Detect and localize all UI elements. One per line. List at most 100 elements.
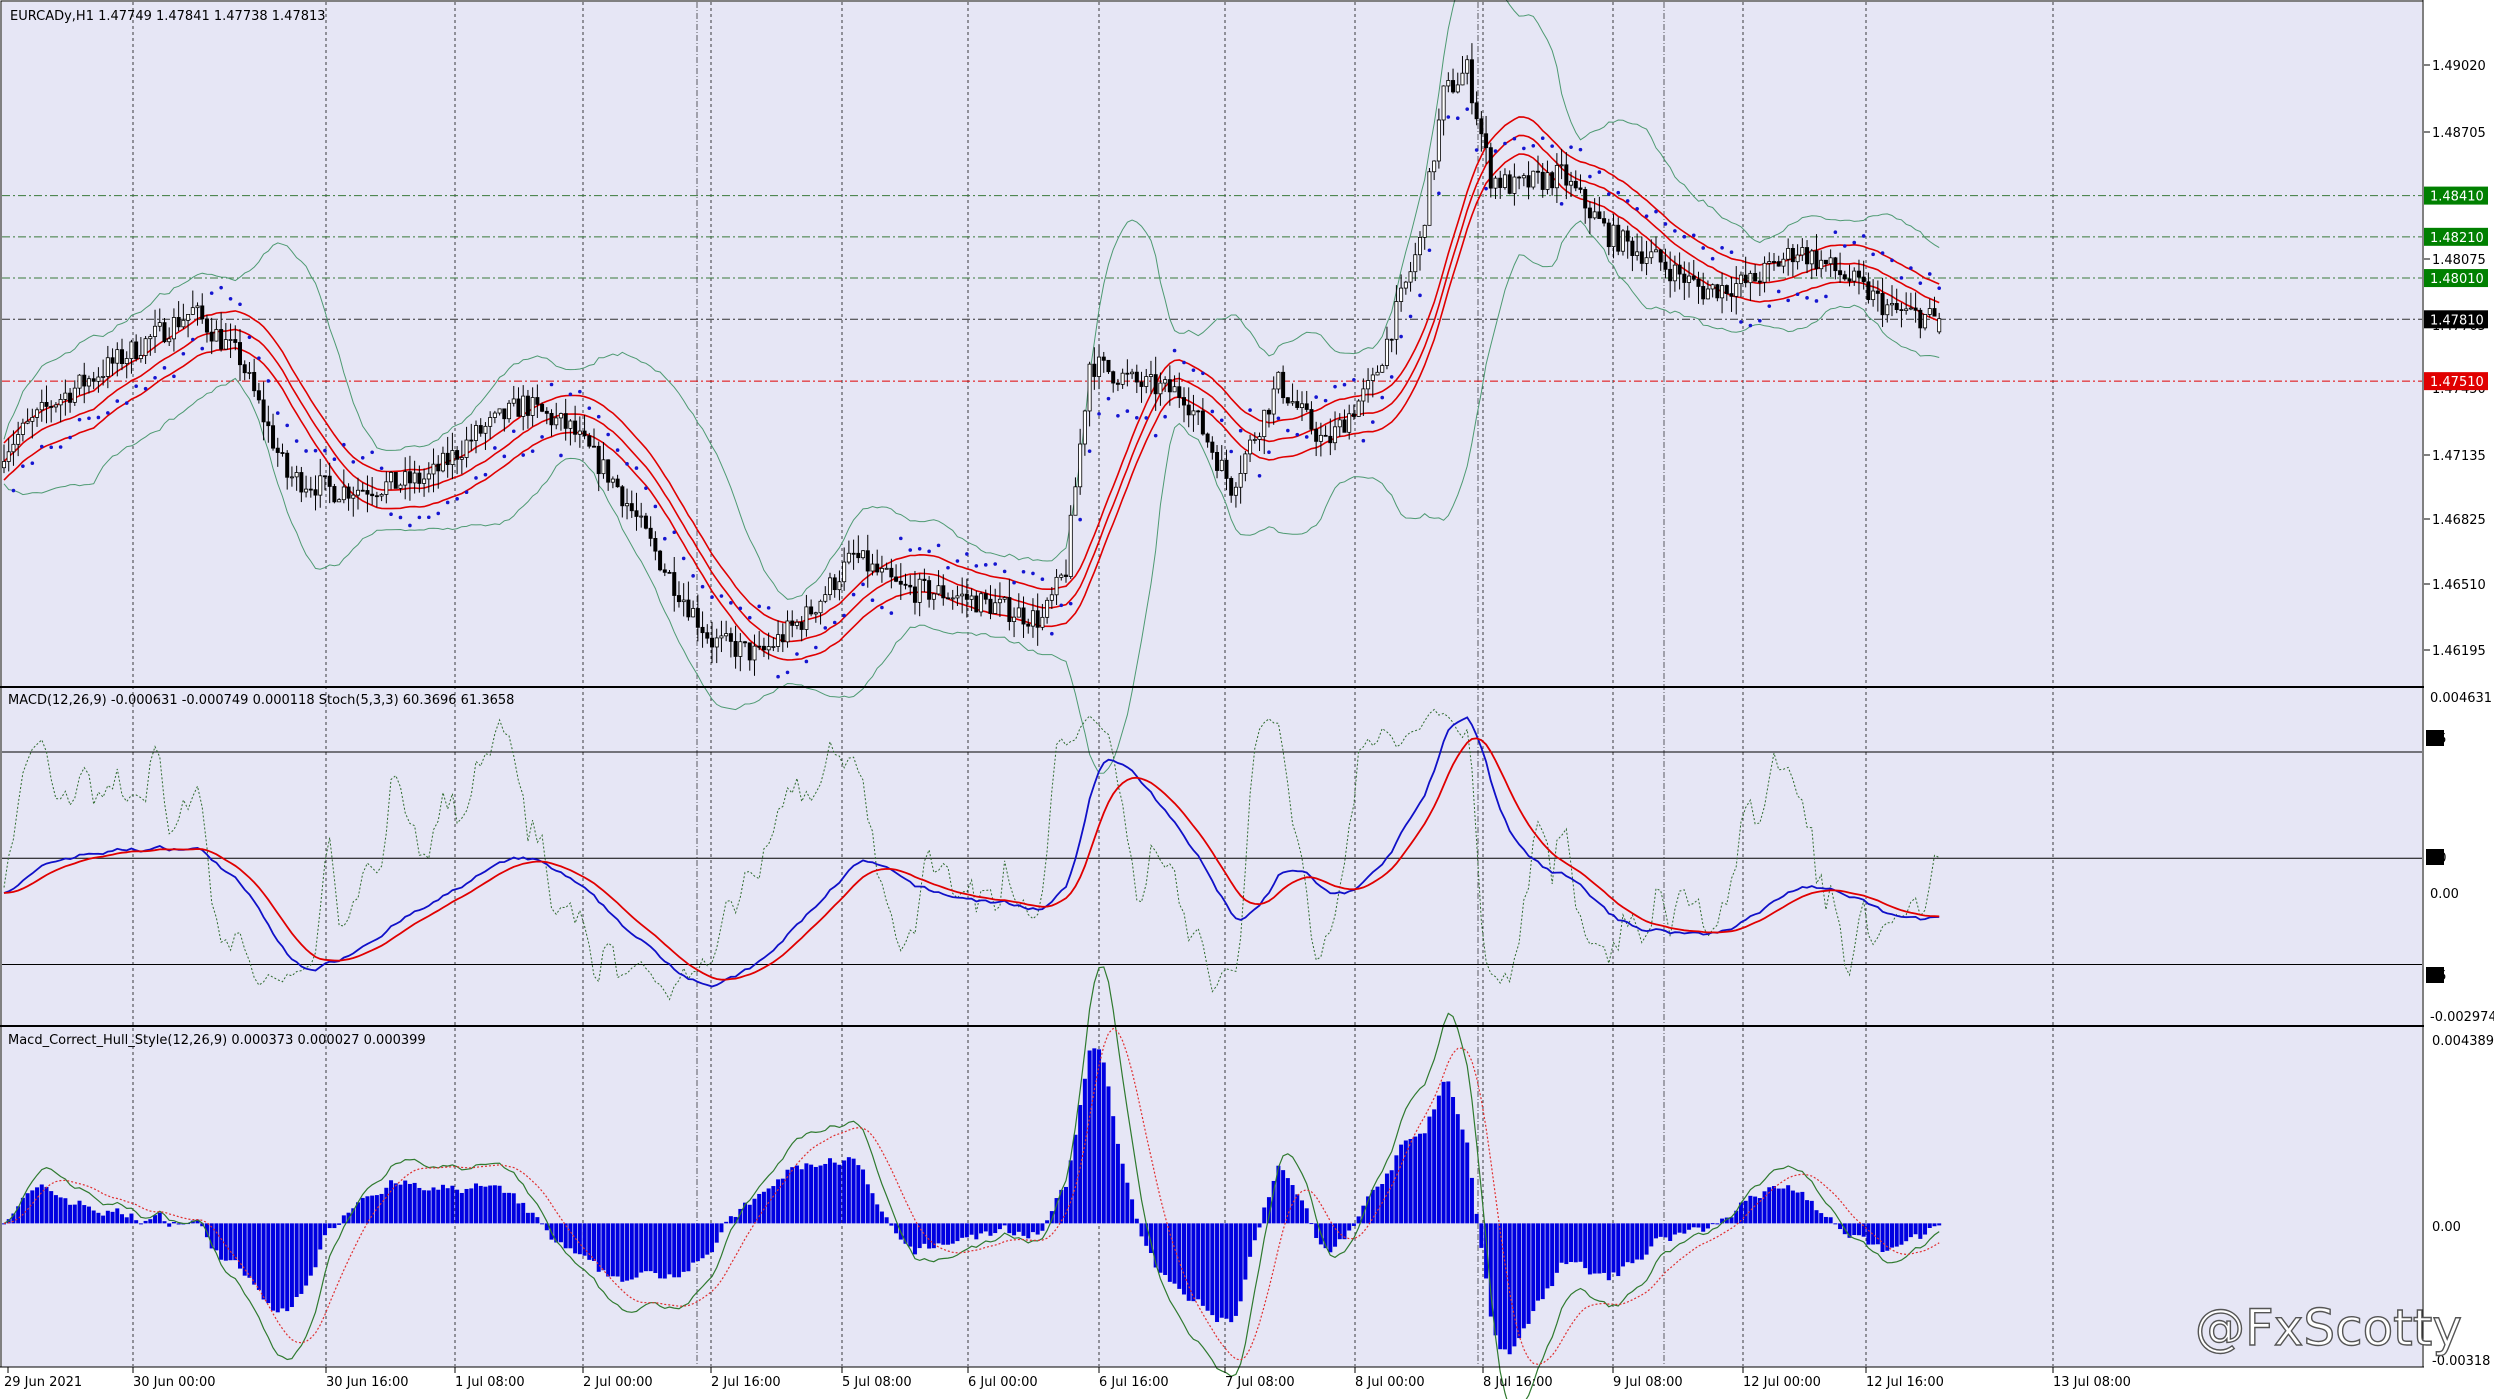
hull-bar (1422, 1133, 1427, 1224)
psar-dot (1512, 136, 1517, 141)
candle-body (1111, 371, 1116, 384)
hull-bar (1819, 1213, 1824, 1224)
candle-body (1361, 388, 1366, 402)
hull-bar (676, 1223, 681, 1278)
psar-dot (389, 512, 393, 517)
candle-body (261, 399, 266, 423)
hull-bar (1904, 1223, 1909, 1242)
psar-dot (1163, 414, 1167, 419)
hull-bar (58, 1197, 63, 1224)
psar-dot (39, 444, 44, 449)
candle-body (1436, 119, 1441, 162)
hull-bar (1186, 1223, 1191, 1301)
hull-bar (1710, 1223, 1715, 1225)
psar-dot (266, 379, 271, 383)
candle-body (403, 471, 408, 486)
psar-dot (1710, 256, 1715, 261)
psar-dot (1437, 191, 1441, 196)
hull-bar (304, 1223, 309, 1286)
hull-axis-label: 0.004389 (2432, 1034, 2494, 1049)
hull-bar (964, 1223, 969, 1238)
candle-body (1847, 278, 1852, 282)
hull-bar (761, 1191, 766, 1224)
hull-bar (1852, 1223, 1857, 1236)
hull-bar (1101, 1062, 1106, 1224)
hull-bar (1134, 1218, 1139, 1224)
hull-bar (1786, 1185, 1791, 1224)
psar-dot (1578, 147, 1583, 152)
candle-body (1852, 270, 1857, 282)
candle-body (1753, 272, 1758, 282)
hull-bar (1191, 1223, 1196, 1302)
psar-dot (1795, 292, 1800, 297)
hull-bar (1753, 1196, 1758, 1224)
trading-chart[interactable]: 1.490201.487051.480751.477651.474501.471… (0, 0, 2494, 1399)
candle-body (1856, 270, 1861, 278)
hull-bar (1592, 1223, 1597, 1274)
hull-bar (1163, 1223, 1168, 1275)
hull-bar (625, 1223, 630, 1281)
psar-dot (615, 448, 620, 452)
psar-dot (49, 445, 53, 450)
candle-body (653, 537, 658, 552)
hull-bar (629, 1223, 634, 1280)
psar-dot (851, 592, 856, 597)
psar-dot (795, 652, 799, 656)
time-label: 2 Jul 00:00 (583, 1375, 653, 1390)
psar-dot (342, 442, 346, 447)
candle-body (1592, 211, 1597, 219)
psar-dot (209, 291, 214, 295)
psar-dot (729, 601, 733, 605)
hull-bar (658, 1223, 663, 1279)
candle-body (1229, 478, 1234, 496)
psar-dot (493, 446, 497, 450)
price-label: 1.46825 (2432, 513, 2486, 528)
hull-bar (1908, 1223, 1913, 1238)
time-label: 8 Jul 16:00 (1483, 1375, 1553, 1390)
psar-dot (483, 472, 488, 477)
candle-body (181, 319, 186, 328)
hull-panel-bg (2, 1027, 2422, 1367)
candle-body (889, 567, 894, 578)
candle-body (884, 567, 889, 570)
hull-bar (837, 1164, 842, 1224)
hull-bar (374, 1195, 379, 1224)
hull-bar (502, 1192, 507, 1224)
psar-dot (1909, 266, 1913, 270)
candle-body (407, 471, 412, 484)
candle-body (200, 305, 205, 320)
candle-body (1427, 171, 1432, 226)
psar-dot (568, 392, 573, 397)
candle-body (861, 550, 866, 559)
psar-dot (1522, 146, 1526, 151)
psar-dot (1890, 258, 1894, 263)
psar-dot (1399, 334, 1403, 339)
candle-body (1658, 249, 1663, 263)
candle-body (629, 503, 634, 512)
hull-bar (974, 1223, 979, 1240)
hull-bar (870, 1193, 875, 1224)
candle-body (535, 397, 540, 405)
candle-body (1904, 308, 1909, 311)
candle-body (1384, 338, 1389, 366)
psar-dot (1720, 245, 1724, 250)
hull-bar (474, 1183, 478, 1224)
hull-bar (710, 1223, 714, 1253)
candle-body (294, 472, 299, 478)
hull-bar (1281, 1170, 1286, 1224)
psar-dot (870, 598, 875, 602)
psar-dot (143, 386, 148, 391)
candle-body (1937, 318, 1942, 333)
candle-body (1517, 176, 1522, 179)
candle-body (804, 606, 809, 630)
psar-dot (691, 574, 695, 578)
candle-body (1479, 118, 1484, 135)
hull-bar (1441, 1081, 1446, 1224)
candle-body (615, 478, 620, 488)
hull-bar (832, 1162, 837, 1224)
candle-body (1281, 371, 1286, 399)
candle-body (464, 439, 469, 458)
candle-body (68, 392, 73, 403)
hull-bar (809, 1164, 814, 1224)
candle-body (266, 421, 271, 427)
